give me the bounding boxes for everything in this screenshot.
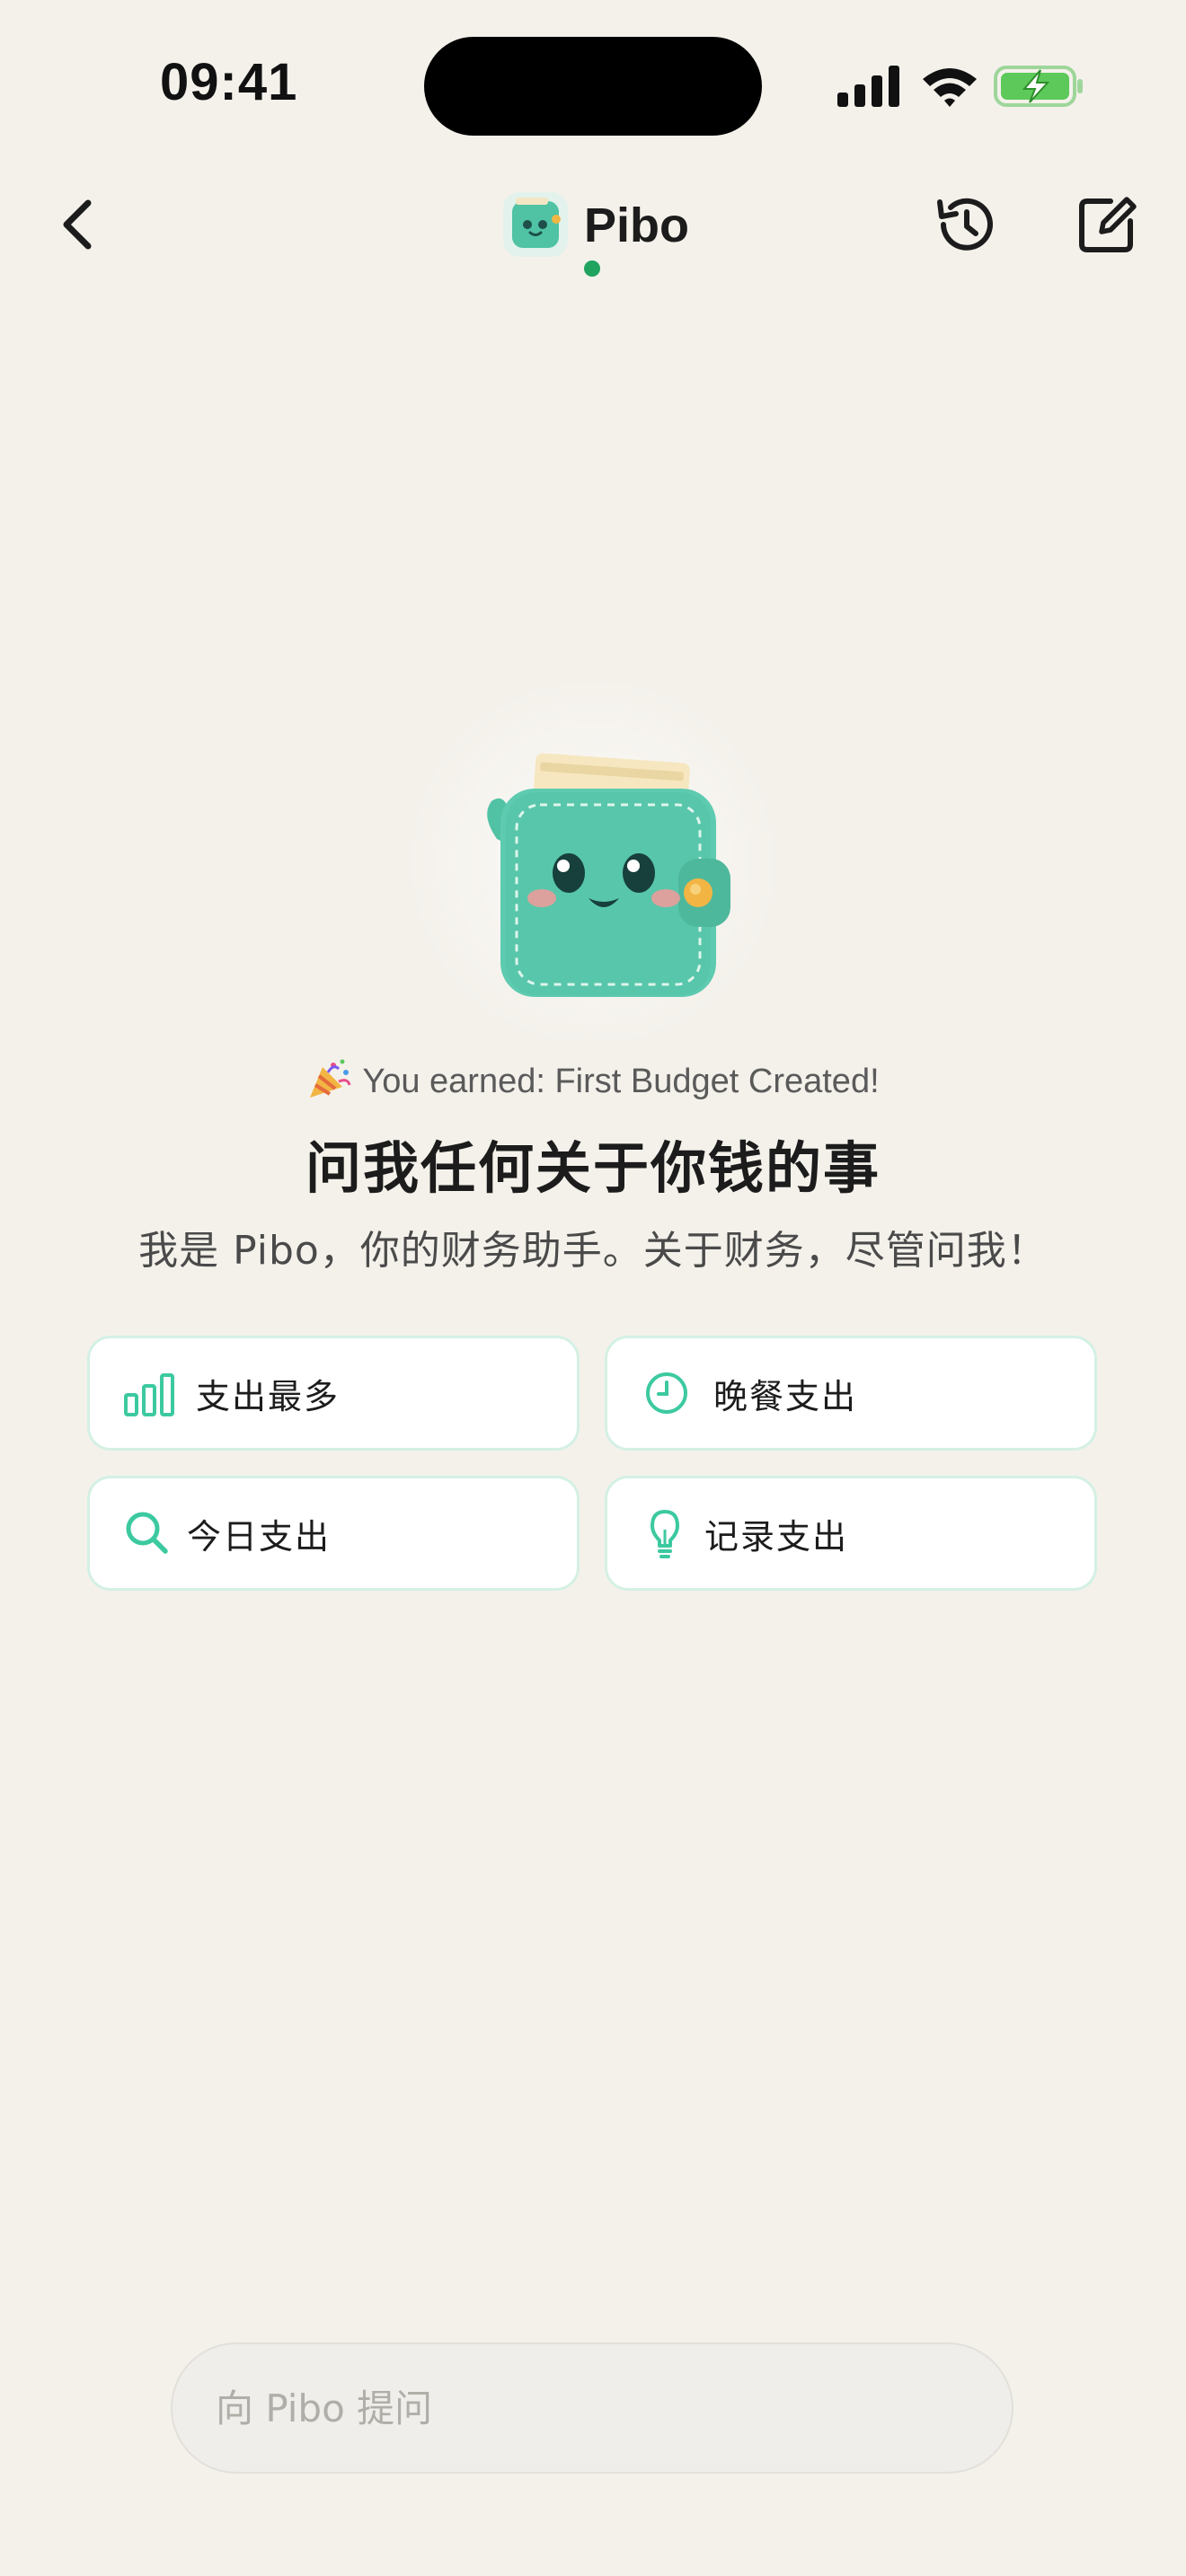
pibo-avatar — [503, 192, 568, 257]
suggestion-top-spending[interactable]: 支出最多 — [87, 1336, 580, 1451]
achievement-banner: You earned: First Budget Created! — [0, 1058, 1186, 1101]
pibo-wallet-mascot — [487, 753, 730, 997]
battery-charging-icon — [994, 66, 1083, 107]
chat-input[interactable] — [216, 2344, 970, 2472]
status-bar: 09:41 — [0, 0, 1186, 171]
welcome-headline: 问我任何关于你钱的事 — [305, 1135, 881, 1201]
bar-chart-icon — [124, 1373, 174, 1416]
wifi-icon — [923, 68, 977, 107]
suggestion-label: 支出最多 — [196, 1376, 341, 1416]
clock-icon — [646, 1372, 687, 1414]
suggestion-label: 晚餐支出 — [713, 1376, 858, 1416]
lightbulb-icon — [651, 1510, 679, 1558]
dynamic-island — [424, 37, 762, 136]
compose-button[interactable] — [1075, 192, 1139, 257]
search-icon — [126, 1512, 168, 1554]
party-popper-icon — [310, 1059, 351, 1098]
suggestion-label: 记录支出 — [704, 1516, 849, 1557]
nav-bar: Pibo — [0, 171, 1186, 287]
status-icons — [837, 63, 1084, 110]
suggestion-log-expense[interactable]: 记录支出 — [605, 1476, 1097, 1591]
suggestion-today-spending[interactable]: 今日支出 — [87, 1476, 580, 1591]
status-time: 09:41 — [160, 53, 298, 111]
chat-input-container[interactable] — [171, 2342, 1013, 2474]
history-button[interactable] — [931, 190, 999, 259]
nav-title: Pibo — [584, 198, 689, 252]
assistant-header: Pibo — [503, 181, 692, 289]
signal-icon — [837, 66, 899, 107]
chat-screen: 09:41 Pibo You earned: First Budget Crea… — [0, 0, 1186, 2576]
achievement-text: You earned: First Budget Created! — [362, 1063, 880, 1100]
online-status-dot — [584, 260, 600, 277]
suggestion-label: 今日支出 — [187, 1516, 332, 1557]
suggestion-dinner-spending[interactable]: 晚餐支出 — [605, 1336, 1097, 1451]
welcome-subtitle: 我是 Pibo，你的财务助手。关于财务，尽管问我！ — [138, 1228, 1048, 1274]
back-button[interactable] — [56, 196, 101, 253]
